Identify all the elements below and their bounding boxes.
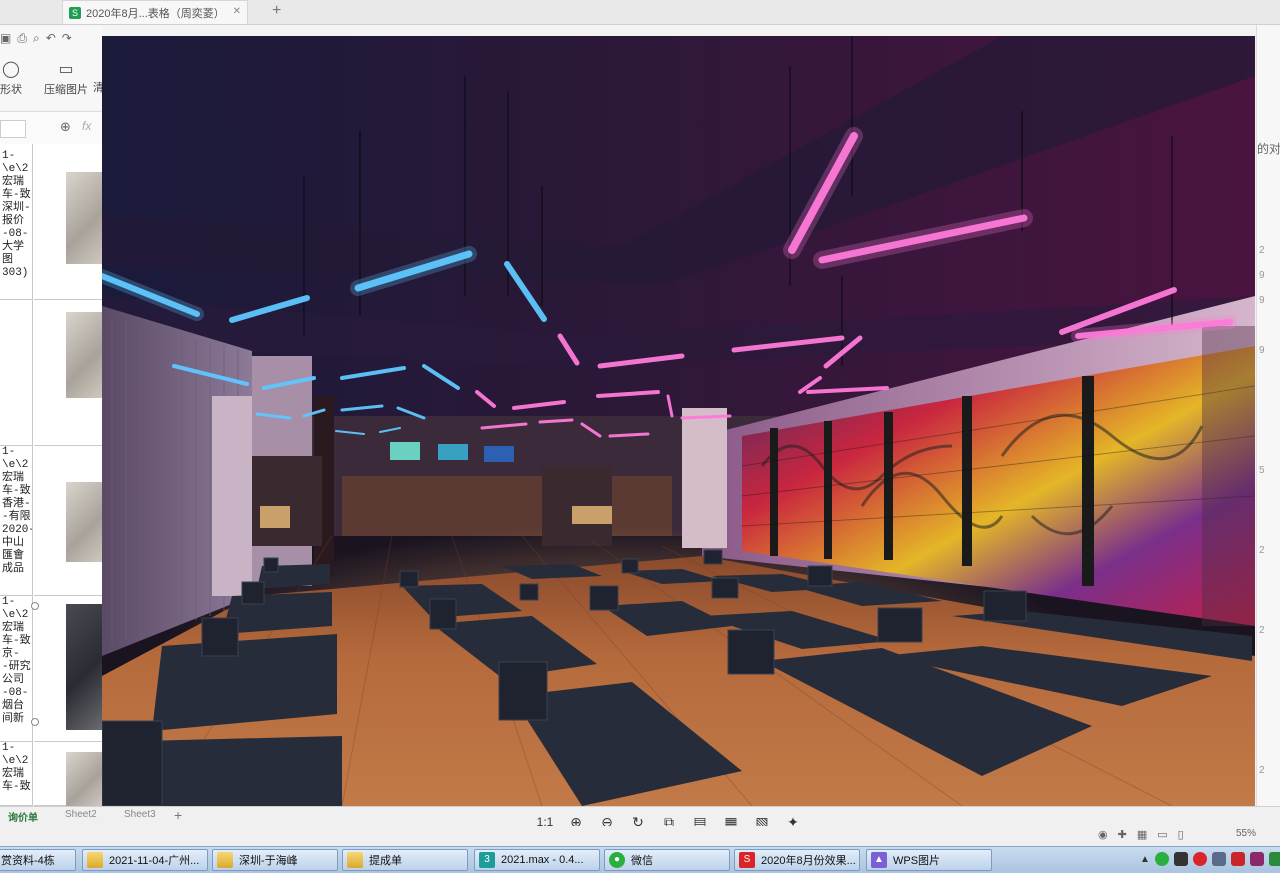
gym-interior-image: [102, 36, 1255, 806]
tray-wps-icon[interactable]: [1230, 852, 1245, 866]
3dsmax-icon: 3: [479, 852, 495, 868]
wps-image-icon: ▲: [871, 852, 887, 868]
sheet-cell[interactable]: [0, 300, 32, 446]
normal-view-icon[interactable]: ▦: [1137, 828, 1147, 841]
add-sheet-button[interactable]: +: [174, 807, 182, 823]
folder-icon: [217, 852, 233, 868]
tray-app-icon[interactable]: [1192, 852, 1207, 866]
freeze-pane-icon[interactable]: ✚: [1118, 828, 1127, 841]
selection-handle[interactable]: [31, 602, 39, 610]
cell-image[interactable]: [34, 144, 102, 300]
sheet-tab-inquiry[interactable]: 询价单: [8, 809, 38, 824]
taskbar-item[interactable]: 赏资料-4栋: [0, 849, 76, 871]
folder-icon: [347, 852, 363, 868]
document-tab-title: 2020年8月...表格（周奕菱）: [86, 7, 225, 20]
status-view-icons: ◉ ✚ ▦ ▭ ▯: [1098, 828, 1184, 841]
cell-image[interactable]: [34, 300, 102, 446]
undo-icon[interactable]: ↶: [46, 31, 56, 46]
system-tray: ▲: [1140, 852, 1280, 866]
close-tab-icon[interactable]: ✕: [233, 6, 241, 17]
status-bar: ◉ ✚ ▦ ▭ ▯ 55%: [0, 826, 1280, 846]
shape-button[interactable]: ◯ 形状: [0, 59, 22, 97]
taskbar-item[interactable]: S 2020年8月份效果...: [734, 849, 860, 871]
sheet-cell[interactable]: 1- \e\2 宏瑞 车-致 京- -研究 公司 -08- 烟台 间新: [0, 596, 32, 742]
sheet-cell[interactable]: 1- \e\2 宏瑞 车-致: [0, 742, 32, 806]
shape-icon: ◯: [2, 61, 20, 78]
compress-picture-icon: ▭: [58, 61, 74, 78]
sheet-tab-sheet3[interactable]: Sheet3: [124, 809, 156, 820]
cell-name-box[interactable]: [0, 120, 26, 138]
right-panel-fragment: 的对 2 9 9 9 5 2 2 2: [1256, 25, 1280, 806]
tray-wechat-icon[interactable]: [1154, 852, 1169, 866]
formula-bar: ⊕ fx: [0, 111, 102, 145]
page-layout-icon[interactable]: ▭: [1157, 828, 1167, 841]
spreadsheet-icon: S: [69, 6, 81, 19]
compress-picture-button[interactable]: ▭ 压缩图片: [44, 59, 88, 97]
spreadsheet-grid: 1- \e\2 宏瑞 车-致 深圳- 报价 -08- 大学 图 303) 1- …: [0, 144, 102, 806]
redo-icon[interactable]: ↷: [62, 31, 72, 46]
zoom-level[interactable]: 55%: [1236, 828, 1256, 839]
sheet-tab-sheet2[interactable]: Sheet2: [65, 809, 97, 820]
ribbon-toolbar: ▣ ⎙ ⌕ ↶ ↷ ◯ 形状 ▭ 压缩图片 清: [0, 25, 104, 110]
taskbar-item[interactable]: 3 2021.max - 0.4...: [474, 849, 600, 871]
folder-icon: [87, 852, 103, 868]
tray-network-icon[interactable]: [1211, 852, 1226, 866]
document-tab-strip: S 2020年8月...表格（周奕菱） ✕ +: [0, 0, 1280, 25]
document-tab[interactable]: S 2020年8月...表格（周奕菱） ✕: [62, 0, 248, 24]
selection-handle[interactable]: [31, 718, 39, 726]
sheet-cell[interactable]: 1- \e\2 宏瑞 车-致 香港- -有限 2020- 中山 匯會 成品: [0, 446, 32, 596]
cell-image[interactable]: [34, 446, 102, 596]
sheet-cell[interactable]: 1- \e\2 宏瑞 车-致 深圳- 报价 -08- 大学 图 303): [0, 150, 32, 300]
new-tab-button[interactable]: +: [272, 2, 281, 20]
taskbar-item[interactable]: 提成单: [342, 849, 468, 871]
taskbar-item[interactable]: ● 微信: [604, 849, 730, 871]
cell-image[interactable]: [34, 742, 102, 806]
wechat-icon: ●: [609, 852, 625, 868]
tray-expand-icon[interactable]: ▲: [1140, 854, 1150, 865]
print-preview-icon[interactable]: ⌕: [33, 31, 40, 46]
windows-taskbar: 赏资料-4栋 2021-11-04-广州... 深圳-于海峰 提成单 3 202…: [0, 846, 1280, 873]
taskbar-item[interactable]: 2021-11-04-广州...: [82, 849, 208, 871]
wps-spreadsheet-icon: S: [739, 852, 755, 868]
taskbar-item[interactable]: ▲ WPS图片: [866, 849, 992, 871]
tray-app3-icon[interactable]: [1268, 852, 1280, 866]
quick-access-bar: ▣ ⎙ ⌕ ↶ ↷: [0, 31, 72, 46]
tray-app2-icon[interactable]: [1249, 852, 1264, 866]
print-icon[interactable]: ⎙: [17, 31, 27, 46]
page-break-icon[interactable]: ▯: [1178, 828, 1184, 841]
layout-icon[interactable]: ▣: [0, 31, 11, 46]
cell-image[interactable]: [34, 596, 102, 742]
tray-qq-icon[interactable]: [1173, 852, 1188, 866]
image-viewer[interactable]: [102, 36, 1255, 806]
taskbar-item[interactable]: 深圳-于海峰: [212, 849, 338, 871]
eye-protection-icon[interactable]: ◉: [1098, 828, 1108, 841]
fx-label: fx: [82, 119, 92, 133]
zoom-icon[interactable]: ⊕: [60, 119, 71, 135]
